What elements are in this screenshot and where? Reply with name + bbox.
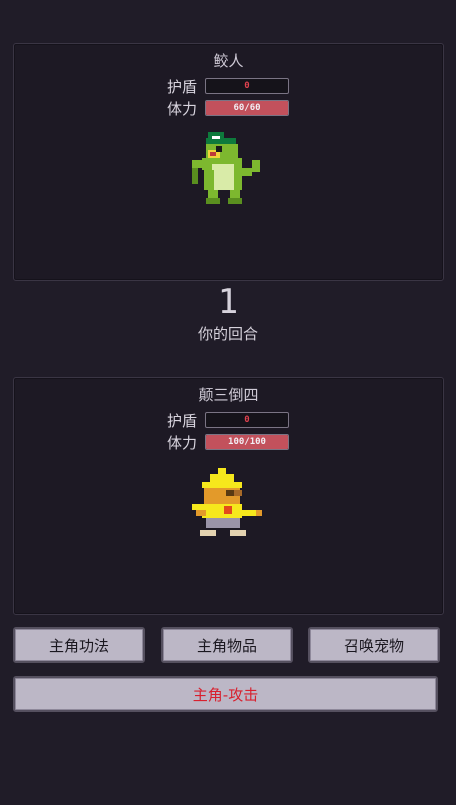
hero-hp-label: 体力 [167,433,198,452]
hero-name: 颠三倒四 [198,386,259,404]
hero-hp-value: 100/100 [228,437,266,447]
hero-shield-label: 护盾 [167,411,198,430]
enemy-name: 鲛人 [213,52,244,70]
summon-pet-button[interactable]: 召唤宠物 [308,627,440,663]
hero-skills-button[interactable]: 主角功法 [13,627,145,663]
enemy-hp-value: 60/60 [233,103,261,113]
hero-hp-row: 体力 100/100 [167,433,289,452]
shark-man-sprite-icon [192,132,260,204]
enemy-hp-bar: 60/60 [205,100,289,116]
yellow-hero-sprite-icon [192,468,262,536]
hero-attack-button[interactable]: 主角-攻击 [13,676,438,712]
enemy-shield-bar: 0 [205,78,289,94]
turn-label: 你的回合 [197,325,258,343]
hero-shield-row: 护盾 0 [167,411,289,430]
hero-items-button[interactable]: 主角物品 [161,627,293,663]
hero-hp-bar: 100/100 [205,434,289,450]
enemy-shield-value: 0 [244,81,250,91]
turn-number: 1 [217,282,239,322]
enemy-shield-label: 护盾 [167,77,198,96]
enemy-panel: 鲛人 护盾 0 体力 60/60 [13,43,444,281]
enemy-hp-row: 体力 60/60 [167,99,289,118]
enemy-hp-label: 体力 [167,99,198,118]
hero-panel: 颠三倒四 护盾 0 体力 100/100 [13,377,444,615]
hero-shield-value: 0 [244,415,250,425]
hero-shield-bar: 0 [205,412,289,428]
enemy-shield-row: 护盾 0 [167,77,289,96]
